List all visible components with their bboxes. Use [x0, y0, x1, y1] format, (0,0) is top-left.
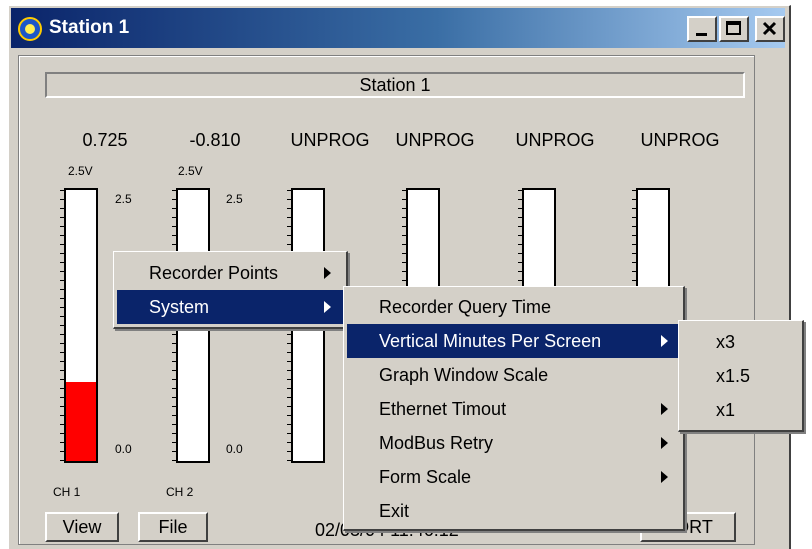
menu-item-label: ModBus Retry	[379, 433, 494, 453]
channel-1-scale-bottom: 0.0	[115, 442, 132, 456]
menu-item-label: x1.5	[716, 366, 751, 386]
channel-1-bar	[64, 188, 98, 463]
menu-item-x3[interactable]: x3	[682, 325, 799, 359]
menu-item-graph-window-scale[interactable]: Graph Window Scale	[347, 358, 680, 392]
channel-2-name: CH 2	[166, 485, 194, 499]
close-button[interactable]	[755, 16, 785, 42]
submenu-arrow-icon	[661, 403, 668, 415]
menu-item-label: Recorder Query Time	[379, 297, 552, 317]
menu-item-x1[interactable]: x1	[682, 393, 799, 427]
channel-2-scale-bottom: 0.0	[226, 442, 243, 456]
app-globe-icon[interactable]	[17, 16, 43, 42]
menu-item-label: Exit	[379, 501, 410, 521]
channel-5-value: UNPROG	[515, 130, 595, 150]
channel-1-range-label: 2.5V	[68, 164, 93, 178]
submenu-arrow-icon	[324, 301, 331, 313]
menu-item-label: Form Scale	[379, 467, 472, 487]
menu-item-recorder-query-time[interactable]: Recorder Query Time	[347, 290, 680, 324]
minimize-button[interactable]	[687, 16, 717, 42]
station-header: Station 1	[45, 72, 745, 98]
submenu-arrow-icon	[324, 267, 331, 279]
maximize-icon	[726, 21, 741, 35]
menu-item-label: Vertical Minutes Per Screen	[379, 331, 602, 351]
context-menu: Recorder Points System	[113, 251, 348, 329]
menu-item-label: Ethernet Timout	[379, 399, 507, 419]
menu-item-exit[interactable]: Exit	[347, 494, 680, 528]
channel-3-value: UNPROG	[290, 130, 370, 150]
channel-1-name: CH 1	[53, 485, 81, 499]
channel-1-value: 0.725	[82, 130, 128, 150]
close-icon	[762, 21, 777, 36]
menu-item-modbus-retry[interactable]: ModBus Retry	[347, 426, 680, 460]
menu-item-label: System	[149, 297, 210, 317]
menu-item-system[interactable]: System	[117, 290, 343, 324]
menu-item-vertical-minutes[interactable]: Vertical Minutes Per Screen	[347, 324, 680, 358]
menu-item-x1-5[interactable]: x1.5	[682, 359, 799, 393]
menu-item-form-scale[interactable]: Form Scale	[347, 460, 680, 494]
vertical-minutes-submenu: x3 x1.5 x1	[678, 320, 804, 432]
minimize-icon	[696, 33, 707, 36]
submenu-arrow-icon	[661, 471, 668, 483]
menu-item-label: x1	[716, 400, 736, 420]
menu-item-label: x3	[716, 332, 736, 352]
submenu-arrow-icon	[661, 335, 668, 347]
view-button[interactable]: View	[45, 512, 119, 542]
system-submenu: Recorder Query Time Vertical Minutes Per…	[343, 286, 685, 531]
menu-item-label: Recorder Points	[149, 263, 279, 283]
channel-2-range-label: 2.5V	[178, 164, 203, 178]
maximize-button[interactable]	[719, 16, 749, 42]
file-button[interactable]: File	[138, 512, 208, 542]
channel-4-value: UNPROG	[395, 130, 475, 150]
title-bar[interactable]: Station 1	[11, 8, 785, 48]
channel-2-value: -0.810	[189, 130, 241, 150]
channel-1-scale-top: 2.5	[115, 192, 132, 206]
menu-item-label: Graph Window Scale	[379, 365, 549, 385]
menu-item-ethernet-timeout[interactable]: Ethernet Timout	[347, 392, 680, 426]
window-title: Station 1	[49, 17, 130, 38]
channel-6-value: UNPROG	[640, 130, 720, 150]
submenu-arrow-icon	[661, 437, 668, 449]
menu-item-recorder-points[interactable]: Recorder Points	[117, 256, 343, 290]
channel-2-scale-top: 2.5	[226, 192, 243, 206]
channel-1-level	[66, 382, 96, 461]
